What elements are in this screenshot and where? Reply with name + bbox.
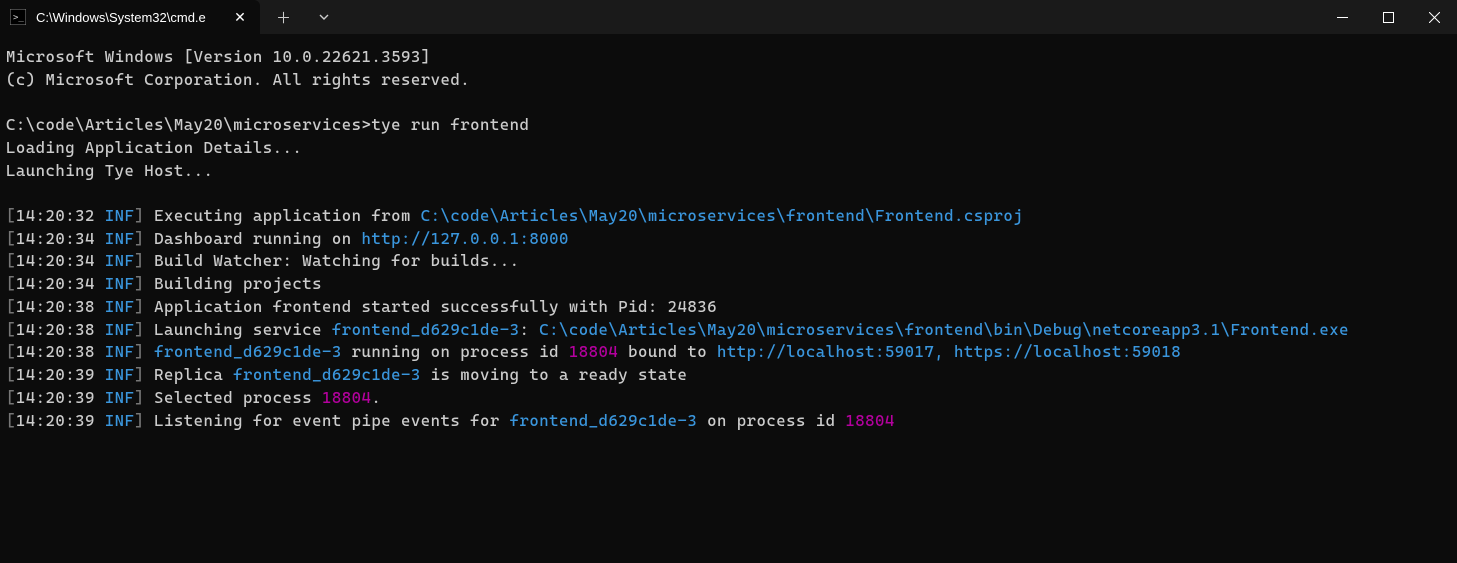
log-timestamp: 14:20:32 [16,206,95,225]
log-level: INF [95,297,135,316]
log-text: Replica [154,365,233,384]
log-text: http://127.0.0.1:8000 [362,229,569,248]
log-text: bound to [618,342,717,361]
log-level: INF [95,342,135,361]
log-text: running on process id [342,342,569,361]
log-bracket: [ [6,274,16,293]
log-text: Executing application from [154,206,421,225]
log-bracket: ] [134,342,154,361]
command: tye run frontend [371,115,529,134]
chevron-down-icon [319,12,329,22]
log-bracket: ] [134,411,154,430]
log-bracket: ] [134,274,154,293]
maximize-button[interactable] [1365,0,1411,34]
output-line: Launching Tye Host... [6,161,213,180]
log-text: frontend_d629c1de-3 [233,365,421,384]
log-bracket: ] [134,320,154,339]
log-text: 18804 [322,388,371,407]
log-bracket: [ [6,251,16,270]
log-timestamp: 14:20:34 [16,229,95,248]
log-text: C:\code\Articles\May20\microservices\fro… [539,320,1349,339]
close-icon [1429,12,1440,23]
log-text: Building projects [154,274,322,293]
log-text: Dashboard running on [154,229,361,248]
log-text: Listening for event pipe events for [154,411,510,430]
svg-text:>_: >_ [13,13,24,23]
tab-dropdown-button[interactable] [305,0,343,34]
log-level: INF [95,365,135,384]
log-bracket: [ [6,342,16,361]
cmd-icon: >_ [10,9,26,25]
minimize-icon [1337,12,1348,23]
log-text: C:\code\Articles\May20\microservices\fro… [421,206,1023,225]
log-text: 18804 [845,411,894,430]
minimize-button[interactable] [1319,0,1365,34]
log-bracket: ] [134,229,154,248]
window-controls [1319,0,1457,34]
log-level: INF [95,274,135,293]
banner-line: Microsoft Windows [Version 10.0.22621.35… [6,47,431,66]
banner-line: (c) Microsoft Corporation. All rights re… [6,70,470,89]
tab-title: C:\Windows\System32\cmd.e [36,10,220,25]
prompt: C:\code\Articles\May20\microservices> [6,115,371,134]
log-bracket: [ [6,411,16,430]
log-text: Build Watcher: Watching for builds... [154,251,519,270]
log-timestamp: 14:20:39 [16,388,95,407]
log-text: frontend_d629c1de-3 [510,411,698,430]
log-text: frontend_d629c1de-3 [154,342,342,361]
log-bracket: ] [134,251,154,270]
log-bracket: [ [6,206,16,225]
log-text: Launching service [154,320,332,339]
log-bracket: [ [6,320,16,339]
log-timestamp: 14:20:34 [16,274,95,293]
terminal-output[interactable]: Microsoft Windows [Version 10.0.22621.35… [0,34,1457,444]
log-level: INF [95,388,135,407]
log-text: frontend_d629c1de-3 [332,320,520,339]
log-timestamp: 14:20:39 [16,365,95,384]
log-level: INF [95,411,135,430]
log-bracket: [ [6,388,16,407]
output-line: Loading Application Details... [6,138,302,157]
terminal-tab[interactable]: >_ C:\Windows\System32\cmd.e ✕ [0,0,260,34]
log-text: http://localhost:59017, https://localhos… [717,342,1181,361]
log-timestamp: 14:20:38 [16,297,95,316]
log-timestamp: 14:20:34 [16,251,95,270]
close-button[interactable] [1411,0,1457,34]
log-bracket: ] [134,388,154,407]
log-level: INF [95,229,135,248]
maximize-icon [1383,12,1394,23]
log-text: on process id [697,411,845,430]
log-text: is moving to a ready state [421,365,688,384]
log-text: . [371,388,381,407]
log-timestamp: 14:20:38 [16,342,95,361]
log-bracket: [ [6,229,16,248]
log-text: Selected process [154,388,322,407]
log-text: 18804 [569,342,618,361]
log-timestamp: 14:20:39 [16,411,95,430]
log-timestamp: 14:20:38 [16,320,95,339]
log-text: Application frontend started successfull… [154,297,717,316]
log-lines: [14:20:32 INF] Executing application fro… [6,205,1451,432]
titlebar: >_ C:\Windows\System32\cmd.e ✕ ＋ [0,0,1457,34]
log-bracket: ] [134,365,154,384]
log-bracket: [ [6,365,16,384]
log-level: INF [95,251,135,270]
log-level: INF [95,320,135,339]
log-bracket: [ [6,297,16,316]
new-tab-button[interactable]: ＋ [262,0,305,34]
log-text: : [520,320,540,339]
log-bracket: ] [134,206,154,225]
log-bracket: ] [134,297,154,316]
tab-close-button[interactable]: ✕ [230,9,250,26]
log-level: INF [95,206,135,225]
